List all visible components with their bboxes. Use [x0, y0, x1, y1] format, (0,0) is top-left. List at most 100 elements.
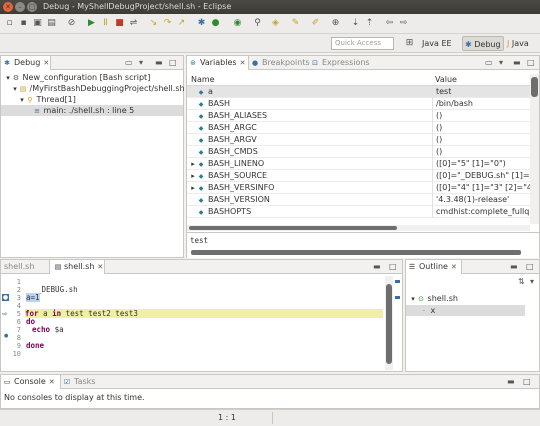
view-menu-icon[interactable]: ▾ — [499, 58, 503, 67]
tasks-icon: ☑ — [63, 378, 71, 386]
annotation-icon[interactable]: ✎ — [290, 18, 301, 29]
code-line-3[interactable]: _DEBUG.sh — [37, 285, 78, 294]
step-over-icon[interactable]: ↷ — [162, 18, 173, 29]
code-line-5[interactable]: for a in test test2 test3 — [25, 309, 383, 318]
prev-annotation-icon[interactable]: ⇡ — [364, 18, 375, 29]
java-perspective-button[interactable]: J Java — [505, 36, 531, 51]
debug-icon[interactable]: ✱ — [196, 18, 207, 29]
view-menu-icon[interactable]: ▾ — [530, 277, 534, 286]
variable-row[interactable]: ◆ BASH_ARGC() — [187, 122, 530, 134]
open-type-icon[interactable]: ◈ — [270, 18, 281, 29]
close-window-button[interactable]: ✕ — [3, 2, 13, 12]
view-menu-icon[interactable]: ▾ — [139, 58, 143, 67]
expand-icon[interactable]: ▸ — [189, 158, 197, 170]
collapse-all-icon[interactable]: ▭ — [125, 58, 133, 67]
resume-icon[interactable]: ▶ — [86, 18, 97, 29]
maximize-window-button[interactable]: □ — [27, 2, 37, 12]
outline-item[interactable]: · x — [406, 305, 525, 316]
column-header-name[interactable]: Name — [191, 74, 215, 86]
hscrollbar-thumb[interactable] — [189, 226, 397, 230]
java-ee-perspective-button[interactable]: Java EE — [420, 36, 454, 51]
variable-row[interactable]: ▸◆BASH_SOURCE([0]="_DEBUG.sh" [1]="./s — [187, 170, 530, 182]
maximize-view-icon[interactable]: □ — [523, 377, 531, 386]
expand-icon[interactable]: ▸ — [189, 170, 197, 182]
debug-tree-item[interactable]: ≡ main: ./shell.sh : line 5 — [1, 105, 183, 116]
minimize-view-icon[interactable]: ▬ — [513, 58, 521, 67]
code-line-9[interactable]: done — [26, 341, 44, 350]
column-header-value[interactable]: Value — [435, 74, 457, 86]
quick-access-input[interactable]: Quick Access — [331, 37, 394, 50]
variable-row[interactable]: ◆ BASH_ARGV() — [187, 134, 530, 146]
detail-hscrollbar-thumb[interactable] — [191, 250, 521, 255]
overview-ruler-marker[interactable] — [395, 296, 400, 299]
skip-breakpoints-icon[interactable]: ⊘ — [66, 18, 77, 29]
expand-icon[interactable]: ▸ — [189, 182, 197, 194]
variable-detail-pane[interactable]: test — [187, 232, 539, 258]
step-into-icon[interactable]: ↘ — [148, 18, 159, 29]
expressions-icon: ⊡ — [312, 59, 318, 67]
scrollbar-thumb[interactable] — [531, 77, 538, 97]
maximize-view-icon[interactable]: □ — [527, 58, 535, 67]
minimize-view-icon[interactable]: ▬ — [155, 58, 163, 67]
tab-expressions[interactable]: ⊡ Expressions — [309, 56, 370, 70]
variable-name: a — [208, 87, 213, 96]
suspend-icon[interactable]: Ⅱ — [100, 18, 111, 29]
debug-tree-item[interactable]: ▾ ⚙ New_configuration [Bash script] — [1, 72, 183, 83]
variable-row[interactable]: ◆ BASH_CMDS() — [187, 146, 530, 158]
external-tools-icon[interactable]: ◉ — [232, 18, 243, 29]
code-line-7[interactable]: echo $a — [32, 325, 64, 334]
variable-row[interactable]: ◆ BASH_VERSION '4.3.48(1)-release' — [187, 194, 530, 206]
pin-icon[interactable]: ⊕ — [330, 18, 341, 29]
tab-shell-sh-inactive[interactable]: shell.sh — [1, 260, 49, 274]
next-annotation-icon[interactable]: ⇣ — [350, 18, 361, 29]
open-perspective-icon[interactable]: ⊞ — [404, 38, 415, 49]
task-icon[interactable]: ✐ — [310, 18, 321, 29]
disconnect-icon[interactable]: ⇌ — [128, 18, 139, 29]
forward-icon[interactable]: ⇨ — [398, 18, 409, 29]
save-all-icon[interactable]: ▣ — [32, 18, 43, 29]
tab-variables[interactable]: ⊛ Variables ✕ — [187, 56, 249, 70]
tab-tasks[interactable]: ☑ Tasks — [61, 375, 96, 389]
new-icon[interactable]: ▫ — [4, 18, 15, 29]
back-icon[interactable]: ⇦ — [384, 18, 395, 29]
maximize-view-icon[interactable]: □ — [169, 58, 177, 67]
editor-scrollbar[interactable] — [385, 276, 393, 370]
variables-view: ⊛ Variables ✕ ● Breakpoints ⊡ Expressions ▭ … — [186, 55, 540, 258]
variable-row[interactable]: ◆ BASH_ALIASES() — [187, 110, 530, 122]
step-return-icon[interactable]: ↗ — [176, 18, 187, 29]
debug-perspective-button[interactable]: ✱ Debug — [462, 36, 504, 51]
search-icon[interactable]: ⚲ — [252, 18, 263, 29]
tab-outline[interactable]: ☰ Outline ✕ — [406, 260, 462, 274]
variable-row[interactable]: ◆ BASHOPTS cmdhist:complete_fullquo — [187, 206, 530, 218]
code-line-4[interactable]: a=1 — [26, 293, 40, 302]
tab-shell-sh-active[interactable]: ▤ shell.sh ✕ — [49, 260, 105, 274]
variable-value: () — [432, 146, 530, 158]
outline-item[interactable]: ▾ ⊙ shell.sh — [406, 293, 539, 304]
save-icon[interactable]: ▪ — [18, 18, 29, 29]
variable-row[interactable]: ▸◆BASH_VERSINFO([0]="4" [1]="3" [2]="48"… — [187, 182, 530, 194]
minimize-view-icon[interactable]: ▬ — [507, 377, 515, 386]
terminate-icon[interactable]: ■ — [114, 18, 125, 29]
debug-tree-item[interactable]: ▾ ⚲ Thread[1] — [1, 94, 183, 105]
tab-console[interactable]: ▭ Console ✕ — [1, 375, 61, 389]
tab-breakpoints[interactable]: ● Breakpoints — [249, 56, 310, 70]
variables-hscrollbar[interactable] — [187, 225, 530, 231]
maximize-view-icon[interactable]: □ — [389, 262, 397, 271]
variable-row[interactable]: ◆ BASH/bin/bash — [187, 98, 530, 110]
minimize-view-icon[interactable]: ▬ — [510, 262, 518, 271]
run-icon[interactable]: ● — [210, 18, 221, 29]
debug-tree-item[interactable]: ▾ ▤ /MyFirstBashDebuggingProject/shell.sh — [1, 83, 184, 94]
tab-debug[interactable]: ✱ Debug ✕ — [1, 56, 51, 70]
collapse-all-icon[interactable]: ▭ — [485, 58, 493, 67]
variable-row[interactable]: ▸ ◆ BASH_LINENO ([0]="5" [1]="0") — [187, 158, 530, 170]
overview-ruler-marker[interactable] — [395, 280, 400, 283]
scrollbar-thumb[interactable] — [386, 284, 392, 364]
variable-row[interactable]: ◆ a test — [187, 86, 530, 98]
outline-menu-icon[interactable]: ⇅ — [518, 277, 525, 286]
maximize-view-icon[interactable]: □ — [526, 262, 534, 271]
print-icon[interactable]: ▤ — [46, 18, 57, 29]
minimize-window-button[interactable]: – — [15, 2, 25, 12]
variables-scrollbar[interactable] — [530, 74, 539, 224]
variable-value: () — [432, 134, 530, 146]
minimize-view-icon[interactable]: ▬ — [373, 262, 381, 271]
